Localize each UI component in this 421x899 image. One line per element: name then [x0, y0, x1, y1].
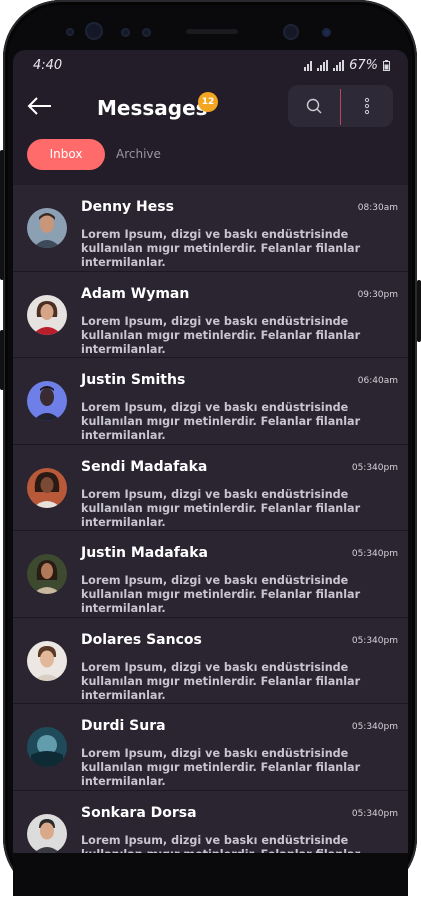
contact-name: Adam Wyman: [81, 285, 190, 302]
search-button[interactable]: [288, 85, 340, 127]
message-time: 05:340pm: [351, 635, 398, 646]
message-preview: Lorem Ipsum, dizgi ve baskı endüstrisind…: [81, 660, 361, 702]
phone-top-bezel: [0, 0, 421, 50]
tab-inbox[interactable]: Inbox: [27, 139, 105, 170]
tab-bar: Inbox Archive: [13, 138, 408, 174]
message-time: 06:40am: [357, 376, 398, 386]
tab-archive[interactable]: Archive: [116, 139, 161, 170]
page-title: Messages: [97, 96, 208, 120]
sensor-icon: [121, 28, 130, 37]
more-options-button[interactable]: [341, 85, 393, 127]
message-row[interactable]: Adam Wyman 09:30pm Lorem Ipsum, dizgi ve…: [13, 271, 408, 358]
signal-icon: [333, 60, 345, 71]
avatar: [27, 381, 67, 421]
message-row[interactable]: Justin Madafaka 05:340pm Lorem Ipsum, di…: [13, 531, 408, 618]
earpiece-speaker: [186, 29, 238, 34]
avatar: [27, 727, 67, 767]
avatar: [27, 294, 67, 335]
sensor-icon: [142, 28, 151, 37]
avatar: [27, 554, 67, 594]
sensor-icon: [322, 28, 331, 37]
message-preview: Lorem Ipsum, dizgi ve baskı endüstrisind…: [81, 487, 361, 529]
message-row[interactable]: Justin Smiths 06:40am Lorem Ipsum, dizgi…: [13, 358, 408, 445]
phone-bottom-bezel: [13, 853, 408, 896]
message-list: Denny Hess 08:30am Lorem Ipsum, dizgi ve…: [13, 185, 408, 853]
side-button-left-1: [0, 150, 4, 280]
contact-name: Sonkara Dorsa: [81, 804, 197, 821]
message-time: 05:340pm: [351, 722, 398, 732]
header-actions: [288, 85, 393, 127]
message-time: 09:30pm: [357, 289, 398, 300]
message-preview: Lorem Ipsum, dizgi ve baskı endüstrisind…: [81, 314, 361, 356]
status-bar: 4:40 67%: [13, 50, 408, 82]
avatar: [27, 813, 67, 853]
front-camera-icon: [283, 24, 299, 40]
message-preview: Lorem Ipsum, dizgi ve baskı endüstrisind…: [81, 228, 361, 269]
iris-scanner-icon: [85, 22, 103, 40]
message-row[interactable]: Denny Hess 08:30am Lorem Ipsum, dizgi ve…: [13, 185, 408, 272]
avatar: [27, 208, 67, 248]
contact-name: Dolares Sancos: [81, 631, 202, 648]
avatar: [27, 467, 67, 508]
message-time: 05:340pm: [351, 808, 398, 819]
arrow-left-icon: [27, 97, 51, 115]
contact-name: Durdi Sura: [81, 718, 166, 734]
message-preview: Lorem Ipsum, dizgi ve baskı endüstrisind…: [81, 747, 361, 788]
message-row[interactable]: Durdi Sura 05:340pm Lorem Ipsum, dizgi v…: [13, 704, 408, 791]
more-vertical-icon: [364, 97, 370, 115]
message-time: 08:30am: [357, 203, 398, 213]
signal-icon: [317, 60, 329, 71]
contact-name: Justin Smiths: [81, 372, 186, 388]
wifi-icon: [304, 60, 313, 71]
contact-name: Justin Madafaka: [81, 545, 208, 561]
message-preview: Lorem Ipsum, dizgi ve baskı endüstrisind…: [81, 401, 361, 442]
message-row[interactable]: Sendi Madafaka 05:340pm Lorem Ipsum, diz…: [13, 444, 408, 531]
battery-percent: 67%: [349, 58, 378, 73]
status-time: 4:40: [33, 58, 63, 73]
avatar: [27, 640, 67, 681]
message-time: 05:340pm: [351, 462, 398, 473]
unread-count-badge: 12: [198, 92, 218, 112]
side-button-right: [417, 280, 421, 342]
status-icons: 67%: [304, 58, 390, 73]
message-preview: Lorem Ipsum, dizgi ve baskı endüstrisind…: [81, 574, 361, 615]
contact-name: Denny Hess: [81, 199, 174, 215]
message-time: 05:340pm: [351, 549, 398, 559]
side-button-left-2: [0, 330, 4, 390]
message-row[interactable]: Dolares Sancos 05:340pm Lorem Ipsum, diz…: [13, 617, 408, 704]
back-button[interactable]: [27, 96, 53, 116]
contact-name: Sendi Madafaka: [81, 458, 208, 475]
app-screen: 4:40 67% Messages 12 Inbox Archive Denny…: [13, 50, 408, 853]
sensor-icon: [66, 28, 74, 36]
message-preview: Lorem Ipsum, dizgi ve baskı endüstrisind…: [81, 833, 360, 854]
message-row[interactable]: Sonkara Dorsa 05:340pm Lorem Ipsum, dizg…: [13, 790, 408, 854]
search-icon: [306, 98, 322, 114]
app-header: Messages 12: [13, 82, 408, 142]
battery-icon: [383, 60, 390, 71]
